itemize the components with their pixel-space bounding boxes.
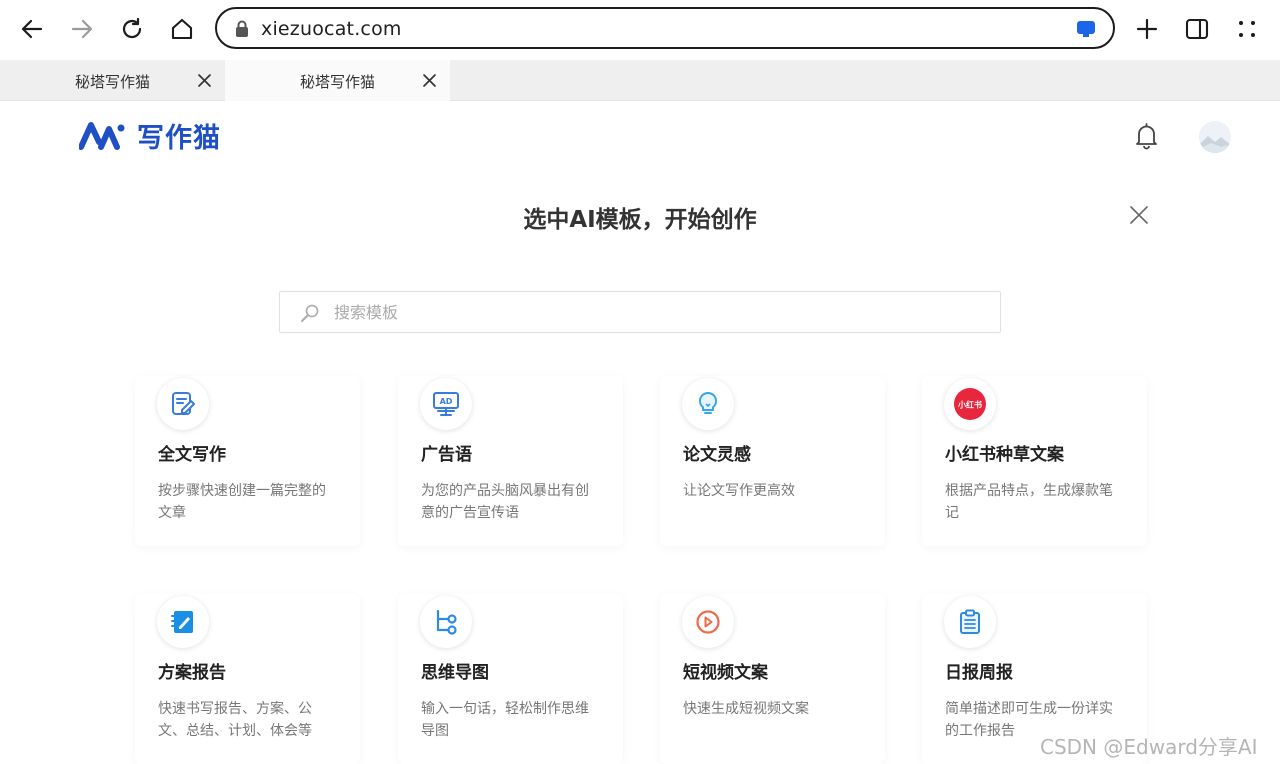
edit-document-icon xyxy=(172,392,195,415)
notification-bell-icon[interactable] xyxy=(1133,122,1160,150)
modal-title: 选中AI模板，开始创作 xyxy=(523,207,757,233)
card-icon-wrap: AD xyxy=(420,378,472,430)
back-button[interactable] xyxy=(12,10,52,48)
svg-text:AD: AD xyxy=(440,397,453,406)
template-card-slogan[interactable]: AD 广告语 为您的产品头脑风暴出有创意的广告宣传语 xyxy=(398,376,623,546)
ad-billboard-icon: AD xyxy=(433,392,459,416)
tab-2[interactable]: 秘塔写作猫 xyxy=(225,60,450,101)
template-search xyxy=(279,291,1001,333)
template-card-short-video[interactable]: 短视频文案 快速生成短视频文案 xyxy=(660,594,885,764)
card-title: 全文写作 xyxy=(158,445,226,465)
tab-1[interactable]: 秘塔写作猫 xyxy=(0,60,225,101)
template-card-plan-report[interactable]: 方案报告 快速书写报告、方案、公文、总结、计划、体会等 xyxy=(135,594,360,764)
card-title: 方案报告 xyxy=(158,663,226,683)
close-icon[interactable] xyxy=(1129,205,1149,225)
logo-mark-icon xyxy=(79,122,125,150)
card-icon-wrap xyxy=(682,378,734,430)
card-icon-wrap xyxy=(157,378,209,430)
watermark: CSDN @Edward分享AI xyxy=(1040,735,1258,759)
tab-title: 秘塔写作猫 xyxy=(75,73,151,91)
card-desc: 输入一句话，轻松制作思维导图 xyxy=(421,701,589,739)
card-icon-wrap xyxy=(420,596,472,648)
card-title: 论文灵感 xyxy=(683,445,751,465)
template-card-thesis-inspiration[interactable]: 论文灵感 让论文写作更高效 xyxy=(660,376,885,546)
card-title: 小红书种草文案 xyxy=(945,445,1064,465)
mind-map-icon xyxy=(436,609,457,635)
card-desc: 根据产品特点，生成爆款笔记 xyxy=(945,483,1113,521)
clipboard-list-icon xyxy=(960,609,980,634)
search-icon xyxy=(301,304,319,322)
extension-icon[interactable] xyxy=(1075,19,1097,39)
card-desc: 为您的产品头脑风暴出有创意的广告宣传语 xyxy=(421,483,589,521)
close-tab-icon[interactable] xyxy=(197,73,212,88)
new-tab-icon xyxy=(1136,18,1158,40)
card-icon-wrap: 小红书 xyxy=(944,378,996,430)
address-bar[interactable]: xiezuocat.com xyxy=(215,7,1115,49)
reload-button[interactable] xyxy=(112,10,152,48)
template-card-full-writing[interactable]: 全文写作 按步骤快速创建一篇完整的文章 xyxy=(135,376,360,546)
tab-title: 秘塔写作猫 xyxy=(300,73,376,91)
browser-toolbar: xiezuocat.com xyxy=(0,0,1280,60)
back-icon xyxy=(21,19,43,39)
xiaohongshu-icon: 小红书 xyxy=(954,388,986,420)
site-logo[interactable]: 写作猫 xyxy=(79,117,221,154)
lock-icon xyxy=(236,20,248,37)
lightbulb-icon xyxy=(698,391,718,414)
new-tab-button[interactable] xyxy=(1127,10,1167,48)
card-desc: 按步骤快速创建一篇完整的文章 xyxy=(158,483,326,521)
logo-text: 写作猫 xyxy=(137,122,221,154)
menu-icon xyxy=(1239,21,1255,37)
forward-button[interactable] xyxy=(62,10,102,48)
close-tab-icon[interactable] xyxy=(422,73,437,88)
template-card-mind-map[interactable]: 思维导图 输入一句话，轻松制作思维导图 xyxy=(398,594,623,764)
card-title: 广告语 xyxy=(421,445,472,465)
card-title: 短视频文案 xyxy=(683,663,768,683)
search-input[interactable] xyxy=(334,292,974,332)
notebook-pen-icon xyxy=(171,611,193,633)
template-card-xiaohongshu[interactable]: 小红书 小红书种草文案 根据产品特点，生成爆款笔记 xyxy=(922,376,1147,546)
avatar[interactable] xyxy=(1199,121,1231,153)
avatar-landscape-icon xyxy=(1199,121,1231,153)
card-icon-wrap xyxy=(944,596,996,648)
reload-icon xyxy=(122,17,142,39)
card-desc: 快速生成短视频文案 xyxy=(683,701,809,717)
menu-button[interactable] xyxy=(1227,10,1267,48)
forward-icon xyxy=(71,19,93,39)
card-title: 思维导图 xyxy=(421,663,489,683)
side-panel-icon xyxy=(1185,18,1209,40)
home-icon xyxy=(171,18,193,40)
url-text[interactable]: xiezuocat.com xyxy=(261,18,402,40)
side-panel-button[interactable] xyxy=(1177,10,1217,48)
card-desc: 让论文写作更高效 xyxy=(683,483,795,499)
video-play-icon xyxy=(696,610,720,634)
tab-strip: 秘塔写作猫 秘塔写作猫 xyxy=(0,60,1280,101)
card-icon-wrap xyxy=(682,596,734,648)
card-title: 日报周报 xyxy=(945,663,1013,683)
home-button[interactable] xyxy=(162,10,202,48)
card-icon-wrap xyxy=(157,596,209,648)
xiaohongshu-badge-text: 小红书 xyxy=(957,399,982,409)
card-desc: 快速书写报告、方案、公文、总结、计划、体会等 xyxy=(158,701,312,739)
